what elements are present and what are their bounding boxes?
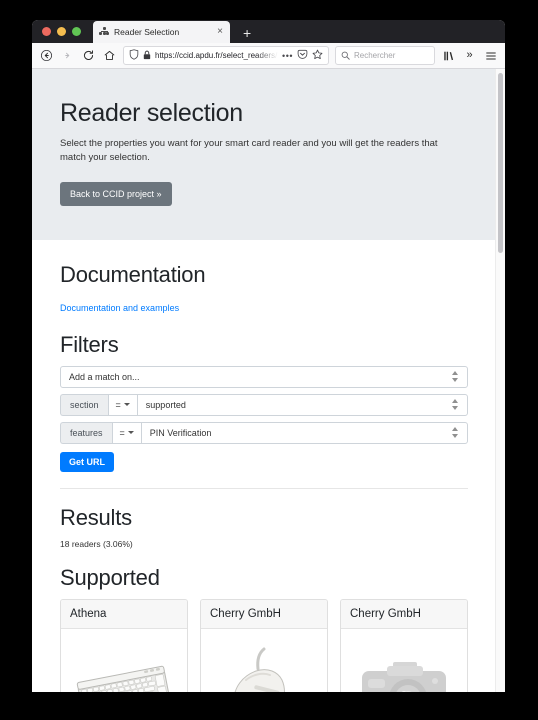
page-content: Reader selection Select the properties y… <box>32 69 496 692</box>
scrollbar-thumb[interactable] <box>498 73 503 253</box>
search-icon <box>341 47 350 65</box>
filter-field-section: section <box>60 393 108 416</box>
lock-icon[interactable] <box>143 47 151 65</box>
documentation-heading: Documentation <box>60 261 206 287</box>
chevron-updown-icon <box>452 371 459 382</box>
filter-value-features: PIN Verification <box>149 427 212 438</box>
page-actions-button[interactable]: ••• <box>282 51 293 61</box>
documentation-and-examples-link[interactable]: Documentation and examples <box>60 303 179 313</box>
overflow-menu-button[interactable]: » <box>462 48 477 63</box>
filters-form: Add a match on... section = supported fe… <box>60 365 468 472</box>
add-match-row: Add a match on... <box>60 365 468 388</box>
minimize-window-button[interactable] <box>57 27 66 36</box>
sitemap-icon <box>99 27 109 37</box>
chevron-down-icon <box>127 431 134 434</box>
reader-card[interactable]: Cherry GmbH <box>340 598 468 692</box>
browser-window: Reader Selection × + https://ccid.apdu.f… <box>32 20 505 692</box>
search-bar[interactable]: Rechercher <box>335 46 435 65</box>
app-menu-button[interactable] <box>483 48 498 63</box>
search-placeholder: Rechercher <box>354 51 396 60</box>
reader-card[interactable]: Cherry GmbH <box>200 598 328 692</box>
get-url-button[interactable]: Get URL <box>60 451 114 472</box>
hero-description: Select the properties you want for your … <box>60 138 438 164</box>
filter-operator-features[interactable]: = <box>111 421 141 444</box>
filter-row-features: features = PIN Verification <box>60 421 468 444</box>
camera-placeholder-image <box>341 629 467 692</box>
bookmark-star-icon[interactable] <box>312 47 323 65</box>
close-window-button[interactable] <box>42 27 51 36</box>
supported-subheading: Supported <box>60 564 160 590</box>
reader-vendor: Cherry GmbH <box>201 599 327 629</box>
new-tab-button[interactable]: + <box>238 26 256 43</box>
page-scrollbar[interactable] <box>495 69 505 692</box>
maximize-window-button[interactable] <box>72 27 81 36</box>
tab-reader-selection[interactable]: Reader Selection × <box>93 21 230 43</box>
navigation-toolbar: https://ccid.apdu.fr/select_readers/?s •… <box>32 43 505 69</box>
reload-button[interactable] <box>81 48 96 63</box>
url-text: https://ccid.apdu.fr/select_readers/?s <box>155 51 279 60</box>
home-button[interactable] <box>102 48 117 63</box>
filter-value-section: supported <box>145 399 186 410</box>
tab-strip: Reader Selection × + <box>93 20 256 43</box>
results-count: 18 readers (3.06%) <box>60 538 133 549</box>
add-match-select[interactable]: Add a match on... <box>60 365 468 388</box>
chevron-updown-icon <box>452 427 459 438</box>
tab-title: Reader Selection <box>114 27 180 37</box>
filter-value-select-section[interactable]: supported <box>136 393 468 416</box>
shield-icon[interactable] <box>129 47 139 65</box>
chevron-updown-icon <box>452 399 459 410</box>
reader-vendor: Cherry GmbH <box>341 599 467 629</box>
address-bar[interactable]: https://ccid.apdu.fr/select_readers/?s •… <box>123 46 329 65</box>
page-viewport: Reader selection Select the properties y… <box>32 69 505 692</box>
reader-card[interactable]: Athena <box>60 598 188 692</box>
filter-field-features: features <box>60 421 112 444</box>
filters-heading: Filters <box>60 331 119 357</box>
close-tab-button[interactable]: × <box>216 27 224 37</box>
filter-operator-section[interactable]: = <box>107 393 137 416</box>
results-heading: Results <box>60 504 132 530</box>
main-content: Documentation Documentation and examples… <box>32 240 496 692</box>
results-card-grid: Athena Cherry GmbH Cherry GmbH <box>60 598 468 692</box>
hero-banner: Reader selection Select the properties y… <box>32 69 496 240</box>
filter-operator-label-features: = <box>119 427 125 438</box>
add-match-value: Add a match on... <box>69 371 140 382</box>
forward-button[interactable] <box>60 48 75 63</box>
back-button[interactable] <box>39 48 54 63</box>
filter-operator-label-section: = <box>115 399 121 410</box>
title-bar: Reader Selection × + <box>32 20 505 43</box>
pinpad-reader-image <box>201 629 327 692</box>
keyboard-reader-image <box>61 629 187 692</box>
page-title: Reader selection <box>60 99 243 127</box>
library-icon[interactable] <box>441 48 456 63</box>
reader-vendor: Athena <box>61 599 187 629</box>
chevron-down-icon <box>123 403 130 406</box>
back-to-ccid-project-button[interactable]: Back to CCID project » <box>60 181 172 206</box>
section-divider <box>60 487 468 489</box>
filter-value-select-features[interactable]: PIN Verification <box>140 421 468 444</box>
window-controls <box>32 27 81 36</box>
filter-row-section: section = supported <box>60 393 468 416</box>
pocket-icon[interactable] <box>297 47 308 65</box>
